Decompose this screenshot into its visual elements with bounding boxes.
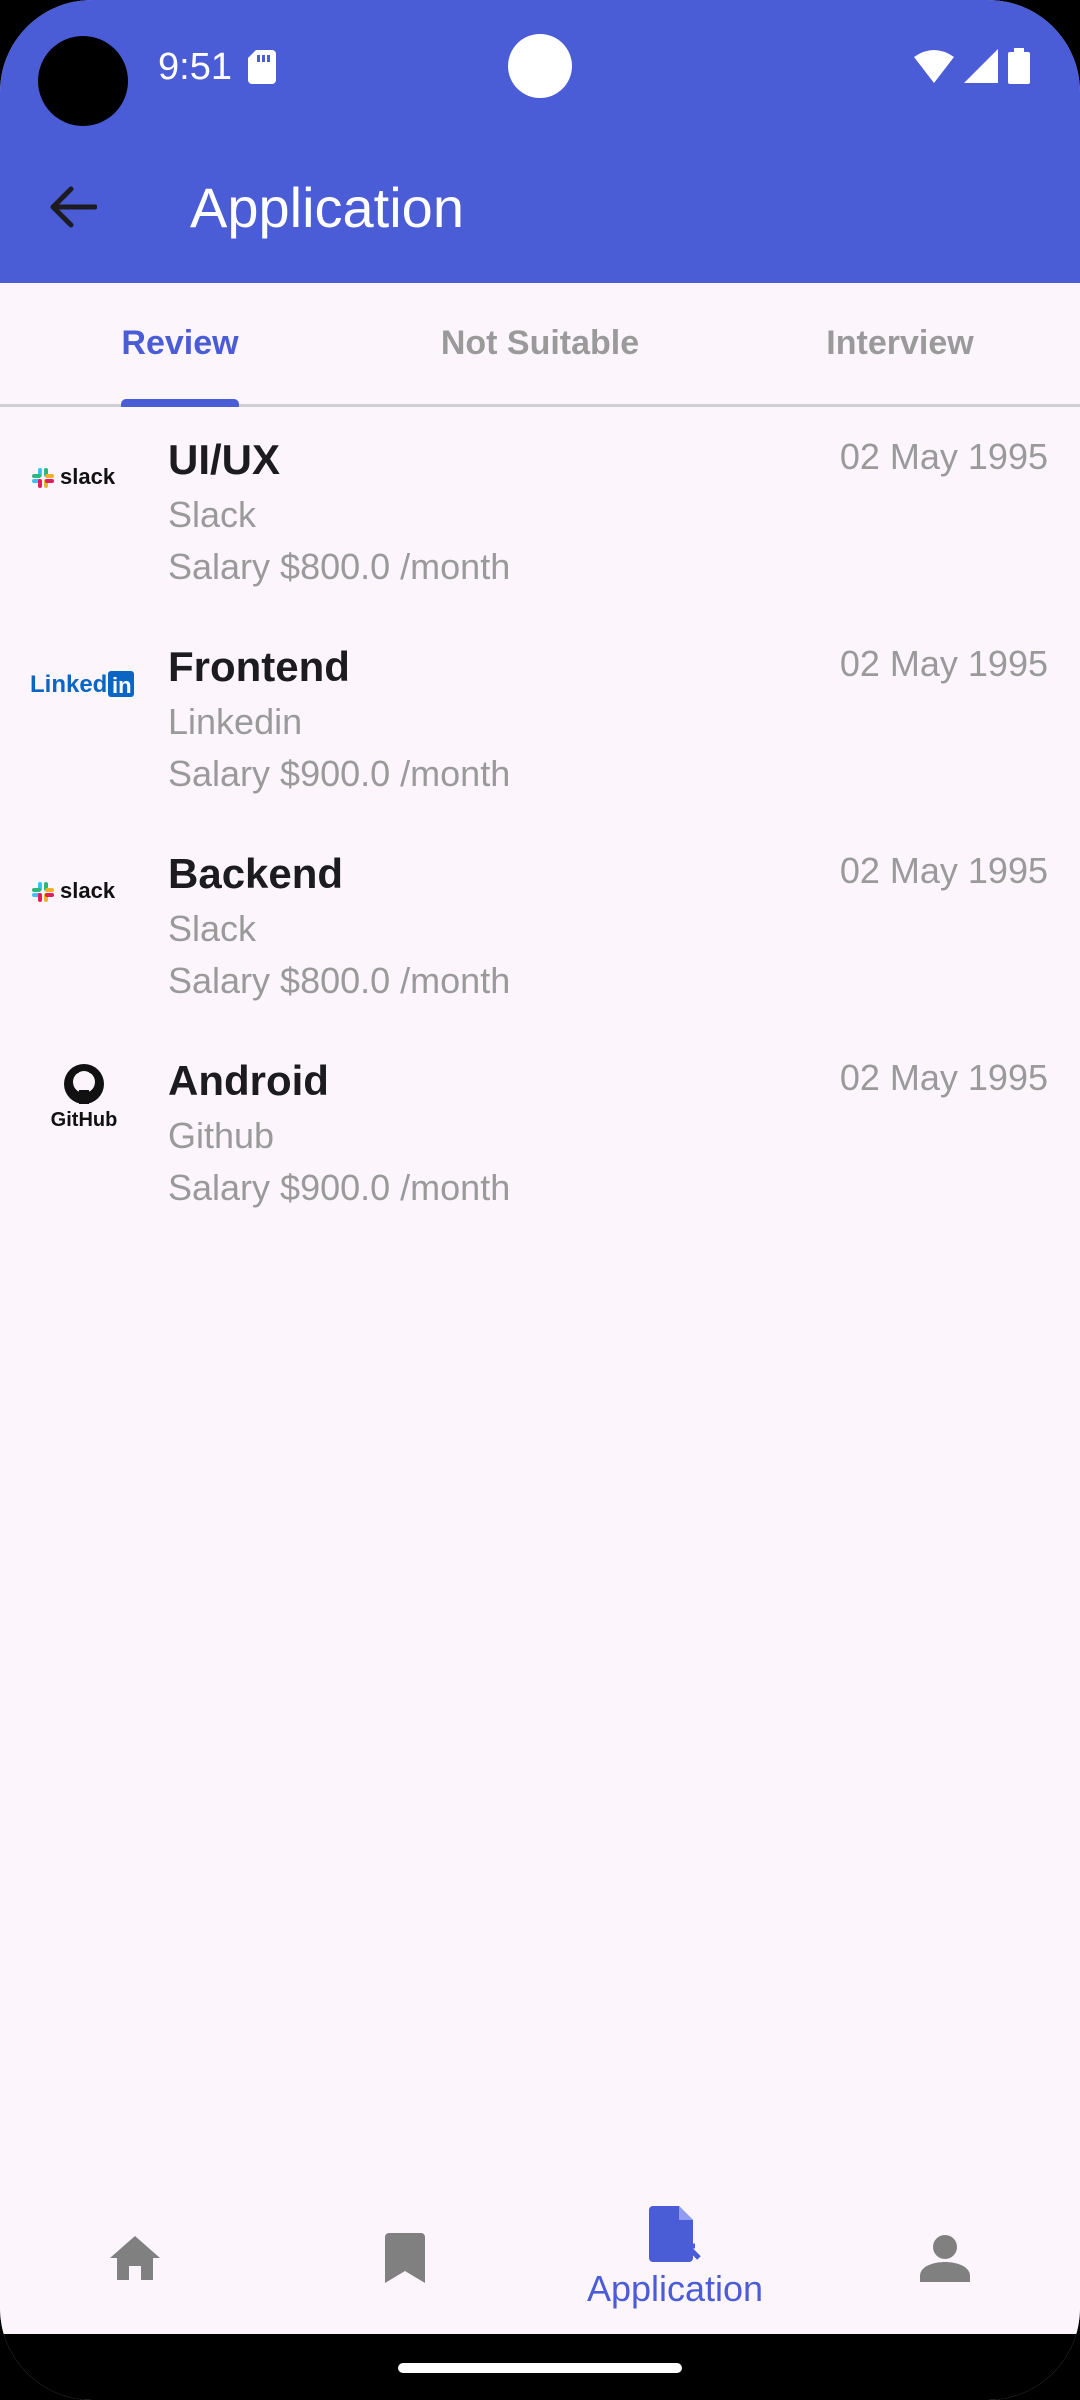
tab-not-suitable[interactable]: Not Suitable (360, 283, 720, 404)
job-title: UI/UX (168, 436, 281, 483)
sd-card-icon (248, 50, 276, 84)
linkedin-logo: Linked in (30, 671, 134, 698)
company-name: Slack (168, 494, 257, 535)
application-item[interactable]: GitHub Android Github Salary $900.0 /mon… (0, 1031, 1080, 1238)
slack-logo-text: slack (60, 464, 116, 489)
application-item[interactable]: slack UI/UX Slack Salary $800.0 /month 0… (0, 410, 1080, 617)
camera-cutout (38, 36, 128, 126)
battery-icon (1008, 48, 1030, 84)
bookmark-icon (385, 2233, 425, 2283)
job-title: Backend (168, 850, 344, 897)
tab-review[interactable]: Review (0, 283, 360, 404)
nav-profile[interactable] (810, 2182, 1080, 2334)
slack-logo-text: slack (60, 878, 116, 903)
application-date: 02 May 1995 (839, 1057, 1048, 1098)
github-logo-icon: GitHub (26, 1064, 142, 1131)
salary-text: Salary $900.0 /month (168, 753, 511, 794)
company-name: Github (168, 1115, 275, 1156)
app-bar: 9:51 Application (0, 0, 1080, 283)
nav-home[interactable] (0, 2182, 270, 2334)
application-list: slack UI/UX Slack Salary $800.0 /month 0… (0, 410, 1080, 1238)
company-name: Linkedin (168, 701, 303, 742)
linkedin-logo-text: Linked (30, 671, 107, 698)
status-icons (914, 48, 1030, 84)
back-button[interactable] (36, 170, 110, 244)
salary-text: Salary $900.0 /month (168, 1167, 511, 1208)
application-icon (649, 2206, 701, 2262)
status-time: 9:51 (158, 46, 232, 88)
linkedin-logo-in-text: in (112, 673, 132, 698)
profile-icon (920, 2235, 970, 2282)
application-date: 02 May 1995 (839, 436, 1048, 477)
status-bar: 9:51 (0, 0, 1080, 140)
slack-logo-icon: slack (26, 860, 142, 920)
phone-screen: 9:51 Application Review Not Suitable Int… (0, 0, 1080, 2400)
home-gesture-handle[interactable] (398, 2363, 682, 2373)
bottom-navigation: Application (0, 2182, 1080, 2334)
home-icon (110, 2236, 160, 2280)
tab-bar: Review Not Suitable Interview (0, 283, 1080, 407)
cell-signal-icon (964, 49, 998, 83)
nav-application[interactable]: Application (540, 2182, 810, 2334)
slack-logo: slack (32, 878, 116, 903)
application-item[interactable]: Linked in Frontend Linkedin Salary $900.… (0, 617, 1080, 824)
page-title: Application (190, 176, 464, 239)
job-title: Android (168, 1057, 329, 1104)
wifi-icon (914, 50, 954, 83)
application-item[interactable]: slack Backend Slack Salary $800.0 /month… (0, 824, 1080, 1031)
slack-logo-icon: slack (26, 446, 142, 506)
front-camera (508, 34, 572, 98)
job-title: Frontend (168, 643, 350, 690)
salary-text: Salary $800.0 /month (168, 546, 511, 587)
application-date: 02 May 1995 (839, 643, 1048, 684)
github-logo: GitHub (51, 1064, 118, 1131)
company-name: Slack (168, 908, 257, 949)
linkedin-logo-icon: Linked in (26, 653, 142, 713)
github-logo-text: GitHub (51, 1109, 118, 1131)
salary-text: Salary $800.0 /month (168, 960, 511, 1001)
application-date: 02 May 1995 (839, 850, 1048, 891)
slack-logo: slack (32, 464, 116, 489)
nav-application-label: Application (586, 2268, 764, 2309)
gesture-bar (0, 2334, 1080, 2400)
nav-saved[interactable] (270, 2182, 540, 2334)
arrow-back-icon (50, 186, 97, 228)
tab-interview[interactable]: Interview (720, 283, 1080, 404)
